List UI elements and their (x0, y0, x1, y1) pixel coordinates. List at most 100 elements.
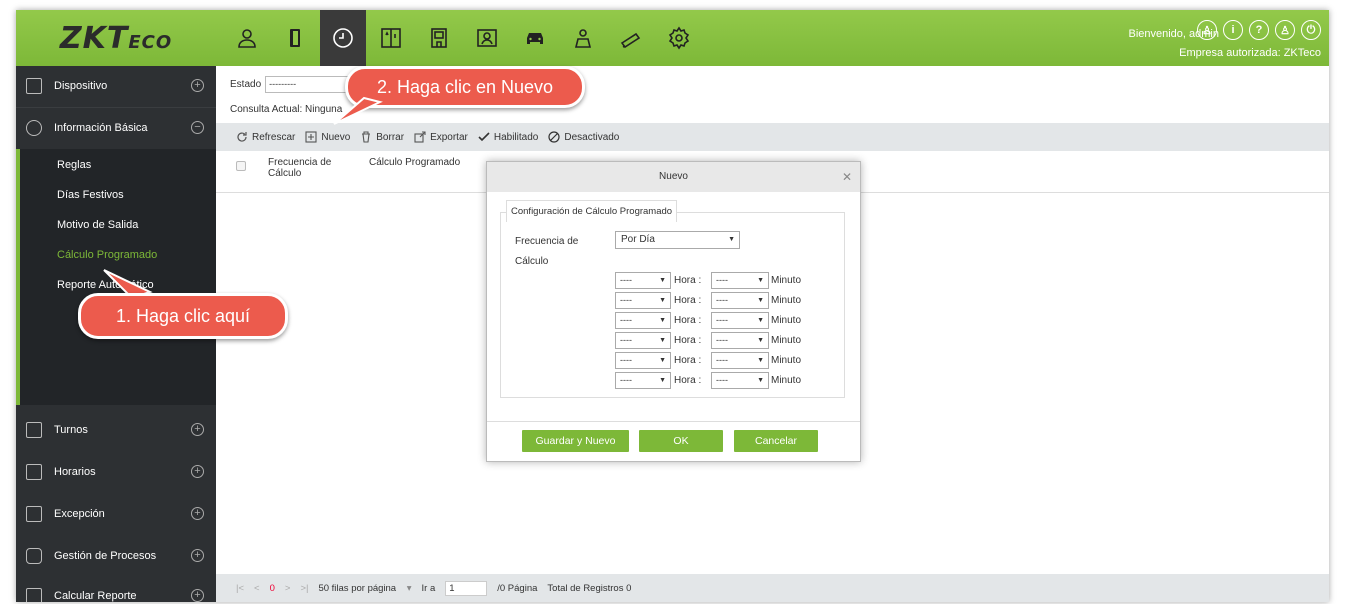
settings-icon[interactable] (656, 10, 702, 66)
frequency-label-line1: Frecuencia de (515, 236, 579, 247)
hour-select[interactable]: ---- ▼ (615, 352, 671, 369)
refresh-button[interactable]: Refrescar (236, 131, 295, 143)
module-bar (224, 10, 704, 66)
minute-select[interactable]: ---- ▼ (711, 272, 769, 289)
elevator-icon[interactable] (368, 10, 414, 66)
select-all-checkbox[interactable] (236, 161, 246, 171)
hotel-icon[interactable] (416, 10, 462, 66)
hour-label: Hora : (674, 355, 702, 366)
user-circle-icon[interactable]: ♙ (1197, 20, 1217, 40)
sidebar-item-label: Turnos (54, 424, 88, 436)
sidebar-item-horarios[interactable]: Horarios + (16, 452, 216, 492)
account-icon[interactable]: ♙ (1275, 20, 1295, 40)
first-page-button[interactable]: |< (236, 583, 244, 594)
sidebar-item-excepcion[interactable]: Excepción + (16, 494, 216, 534)
submenu-item-dias-festivos[interactable]: Días Festivos (57, 189, 124, 201)
chevron-down-icon: ▼ (659, 297, 666, 304)
chevron-down-icon: ▼ (659, 357, 666, 364)
door-icon[interactable] (272, 10, 318, 66)
minute-select-value: ---- (716, 315, 728, 325)
hour-select[interactable]: ---- ▼ (615, 372, 671, 389)
minute-select[interactable]: ---- ▼ (711, 292, 769, 309)
hour-select-value: ---- (620, 375, 632, 385)
submenu-item-reporte-automatico[interactable]: Reporte Automático (57, 279, 154, 291)
submenu-item-reglas[interactable]: Reglas (57, 159, 91, 171)
config-legend: Configuración de Cálculo Programado (506, 200, 678, 222)
visitor-icon[interactable] (464, 10, 510, 66)
rows-per-page-select[interactable]: 50 filas por página ▾ (318, 583, 411, 594)
goto-label: Ir a (421, 582, 436, 594)
disable-label: Desactivado (564, 131, 620, 143)
minute-select[interactable]: ---- ▼ (711, 332, 769, 349)
sidebar-item-gestion-procesos[interactable]: Gestión de Procesos + (16, 536, 216, 576)
save-and-new-button[interactable]: Guardar y Nuevo (522, 430, 629, 452)
sidebar-item-calcular-reporte[interactable]: Calcular Reporte + (16, 576, 216, 602)
video-icon[interactable] (608, 10, 654, 66)
minute-select[interactable]: ---- ▼ (711, 372, 769, 389)
minute-select[interactable]: ---- ▼ (711, 352, 769, 369)
sidebar-item-informacion-basica[interactable]: Información Básica − (16, 107, 216, 147)
column-frecuencia[interactable]: Frecuencia de Cálculo (268, 157, 348, 179)
delete-icon (362, 131, 371, 143)
hour-select-value: ---- (620, 335, 632, 345)
hour-select[interactable]: ---- ▼ (615, 312, 671, 329)
minute-select-value: ---- (716, 335, 728, 345)
minute-label: Minuto (771, 295, 802, 306)
status-filter-select[interactable]: --------- (265, 76, 354, 93)
prev-page-button[interactable]: < (254, 583, 260, 594)
refresh-icon (237, 132, 247, 142)
export-button[interactable]: Exportar (414, 131, 468, 143)
chevron-down-icon: ▼ (757, 317, 764, 324)
goto-page-input[interactable]: 1 (445, 580, 488, 596)
sidebar-item-turnos[interactable]: Turnos + (16, 410, 216, 450)
hour-label: Hora : (674, 275, 702, 286)
minute-label: Minuto (771, 315, 802, 326)
sidebar-item-label: Gestión de Procesos (54, 550, 157, 562)
dialog-header: Nuevo ✕ (487, 162, 860, 192)
delete-button[interactable]: Borrar (360, 131, 404, 143)
power-icon[interactable]: ⏻ (1301, 20, 1321, 40)
exception-icon (26, 506, 42, 522)
chevron-down-icon: ▼ (659, 317, 666, 324)
hour-select-value: ---- (620, 355, 632, 365)
chevron-down-icon: ▼ (757, 297, 764, 304)
chevron-down-icon: ▼ (757, 337, 764, 344)
callout-step-2: 2. Haga clic en Nuevo (345, 66, 585, 108)
frequency-select-value: Por Día (621, 234, 655, 245)
column-calculo-programado[interactable]: Cálculo Programado (369, 157, 460, 168)
hour-select[interactable]: ---- ▼ (615, 332, 671, 349)
calculator-icon (26, 588, 42, 602)
sidebar-item-label: Calcular Reporte (54, 590, 137, 602)
hour-select[interactable]: ---- ▼ (615, 292, 671, 309)
toolbar: Refrescar Nuevo Borrar Exportar Habilita… (216, 123, 1329, 151)
check-icon (478, 132, 490, 142)
submenu-item-motivo-salida[interactable]: Motivo de Salida (57, 219, 138, 231)
person-icon[interactable] (224, 10, 270, 66)
close-icon[interactable]: ✕ (842, 162, 852, 192)
expand-icon: + (191, 589, 204, 602)
hour-select-value: ---- (620, 295, 632, 305)
sidebar-item-dispositivo[interactable]: Dispositivo + (16, 66, 216, 106)
help-icon[interactable]: ? (1249, 20, 1269, 40)
sidebar-item-label: Excepción (54, 508, 105, 520)
next-page-button[interactable]: > (285, 583, 291, 594)
logo: ZKTECO (59, 20, 173, 56)
parking-icon[interactable] (512, 10, 558, 66)
minute-label: Minuto (771, 275, 802, 286)
last-page-button[interactable]: >| (300, 583, 308, 594)
enable-button[interactable]: Habilitado (478, 131, 538, 143)
minute-select[interactable]: ---- ▼ (711, 312, 769, 329)
ok-button[interactable]: OK (639, 430, 723, 452)
minute-select-value: ---- (716, 355, 728, 365)
info-icon[interactable]: i (1223, 20, 1243, 40)
cancel-button[interactable]: Cancelar (734, 430, 818, 452)
minute-select-value: ---- (716, 295, 728, 305)
hour-select[interactable]: ---- ▼ (615, 272, 671, 289)
patrol-icon[interactable] (560, 10, 606, 66)
sidebar-item-label: Información Básica (54, 121, 148, 134)
submenu-item-calculo-programado[interactable]: Cálculo Programado (57, 249, 157, 261)
disable-button[interactable]: Desactivado (548, 131, 619, 143)
frequency-select[interactable]: Por Día ▼ (615, 231, 740, 249)
new-button[interactable]: Nuevo (305, 131, 350, 143)
clock-icon[interactable] (320, 10, 366, 66)
